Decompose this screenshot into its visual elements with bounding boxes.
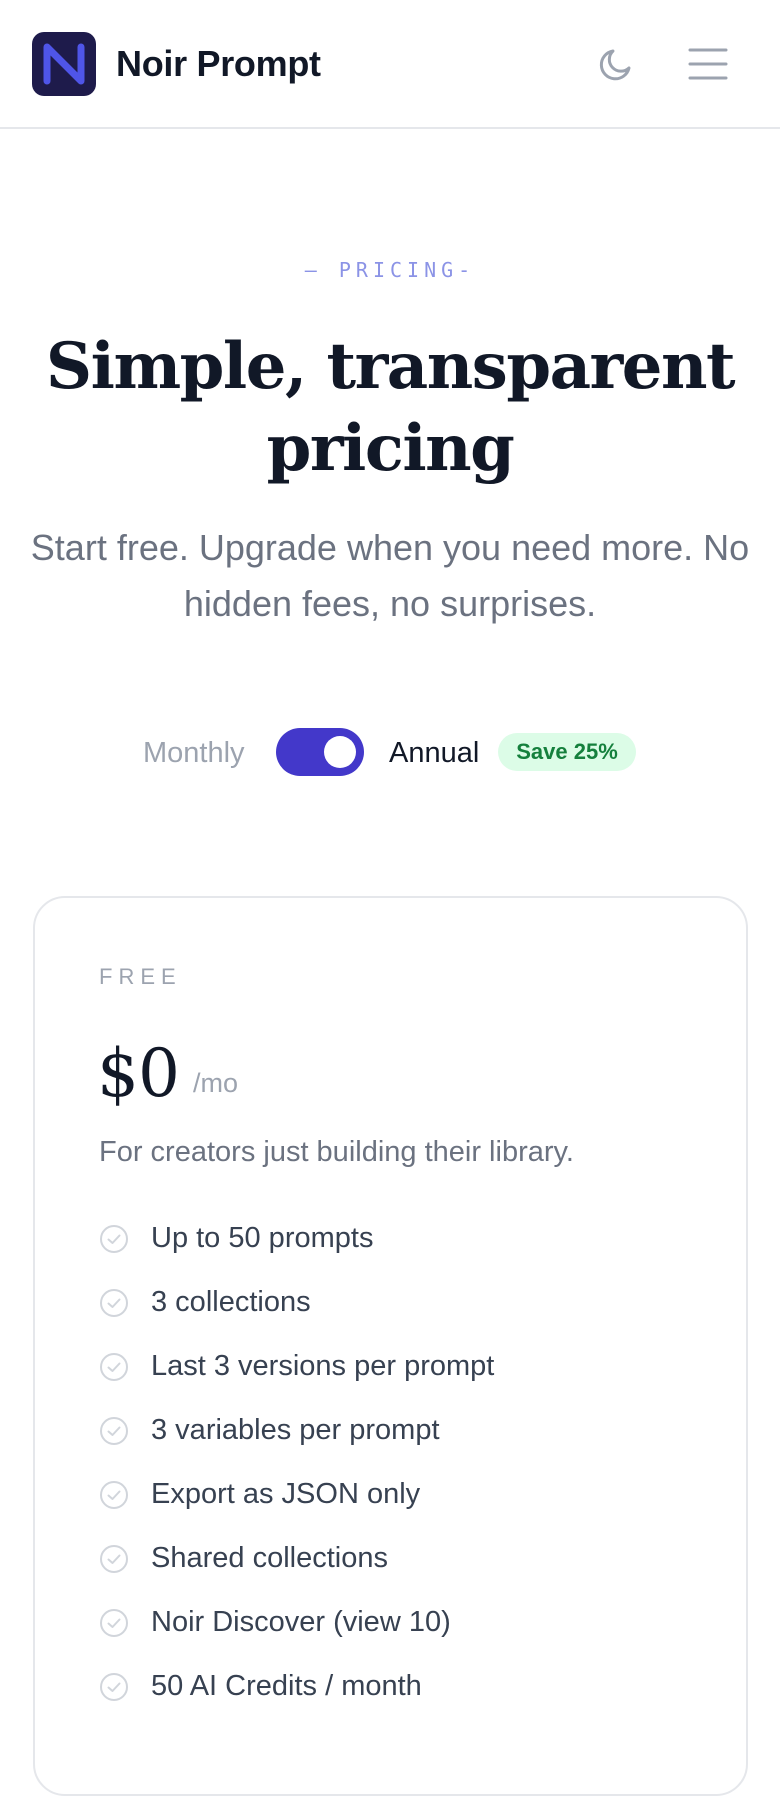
billing-annual-label[interactable]: Annual xyxy=(389,733,479,773)
feature-item: Noir Discover (view 10) xyxy=(99,1600,699,1664)
toggle-knob xyxy=(324,736,356,768)
check-circle-icon xyxy=(100,1417,128,1445)
billing-monthly-label[interactable]: Monthly xyxy=(143,733,245,773)
hamburger-menu-icon[interactable] xyxy=(686,44,730,84)
plan-name: FREE xyxy=(99,964,182,989)
feature-item: Shared collections xyxy=(99,1536,699,1600)
top-nav-bar: Noir Prompt xyxy=(0,0,780,129)
plan-period: /mo xyxy=(193,1068,239,1098)
feature-item: 50 AI Credits / month xyxy=(99,1664,699,1728)
plan-description: For creators just building their library… xyxy=(99,1136,574,1168)
feature-text: 50 AI Credits / month xyxy=(151,1670,422,1702)
noir-n-logo-icon[interactable] xyxy=(32,32,96,96)
save-badge: Save 25% xyxy=(498,733,636,771)
billing-period-toggle[interactable] xyxy=(276,728,364,776)
feature-item: Last 3 versions per prompt xyxy=(99,1344,699,1408)
feature-item: Up to 50 prompts xyxy=(99,1216,699,1280)
check-circle-icon xyxy=(100,1481,128,1509)
feature-text: 3 collections xyxy=(151,1286,311,1318)
plan-price: $0 xyxy=(97,1035,180,1112)
check-circle-icon xyxy=(100,1545,128,1573)
check-circle-icon xyxy=(100,1225,128,1253)
feature-item: Export as JSON only xyxy=(99,1472,699,1536)
logo-glyph xyxy=(43,43,85,85)
brand-name[interactable]: Noir Prompt xyxy=(116,40,321,88)
page-subtitle: Start free. Upgrade when you need more. … xyxy=(30,527,750,624)
feature-text: Up to 50 prompts xyxy=(151,1222,374,1254)
feature-item: 3 collections xyxy=(99,1280,699,1344)
feature-item: 3 variables per prompt xyxy=(99,1408,699,1472)
feature-text: 3 variables per prompt xyxy=(151,1414,440,1446)
page-title: Simple, transparent pricing xyxy=(45,329,736,486)
moon-icon[interactable] xyxy=(596,44,636,84)
plan-card-free: FREE $0 /mo For creators just building t… xyxy=(33,896,748,1796)
feature-text: Shared collections xyxy=(151,1542,388,1574)
section-eyebrow: — PRICING- xyxy=(304,258,476,282)
check-circle-icon xyxy=(100,1673,128,1701)
check-circle-icon xyxy=(100,1609,128,1637)
check-circle-icon xyxy=(100,1289,128,1317)
feature-text: Export as JSON only xyxy=(151,1478,421,1510)
plan-feature-list: Up to 50 prompts 3 collections Last 3 ve… xyxy=(99,1216,699,1728)
check-circle-icon xyxy=(100,1353,128,1381)
feature-text: Noir Discover (view 10) xyxy=(151,1606,451,1638)
feature-text: Last 3 versions per prompt xyxy=(151,1350,495,1382)
